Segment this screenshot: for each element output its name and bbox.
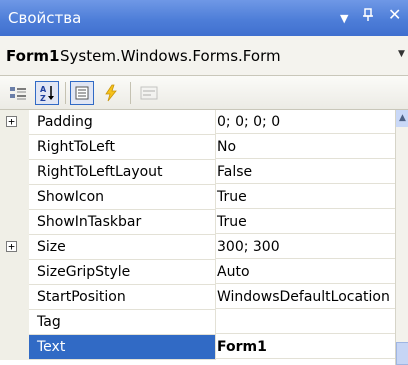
property-row-size[interactable]: + Size 300; 300 (0, 235, 395, 260)
toolbar: A Z (0, 76, 408, 110)
object-type: System.Windows.Forms.Form (60, 47, 281, 65)
property-grid: + Padding 0; 0; 0; 0 RightToLeft No Righ… (0, 110, 395, 365)
object-name: Form1 (6, 47, 60, 65)
property-value[interactable]: Form1 (215, 335, 395, 359)
scroll-up-icon[interactable]: ▲ (396, 110, 408, 127)
property-value[interactable]: True (215, 185, 395, 209)
property-value[interactable]: WindowsDefaultLocation (215, 285, 395, 309)
property-value[interactable]: 300; 300 (215, 235, 395, 259)
property-row-showicon[interactable]: ShowIcon True (0, 185, 395, 210)
property-value[interactable]: 0; 0; 0; 0 (215, 110, 395, 134)
property-row-showintaskbar[interactable]: ShowInTaskbar True (0, 210, 395, 235)
row-gutter (0, 335, 29, 360)
property-name: StartPosition (29, 285, 216, 310)
property-pages-icon[interactable] (137, 81, 161, 105)
property-value[interactable]: True (215, 210, 395, 234)
row-gutter (0, 210, 29, 235)
property-value[interactable]: No (215, 135, 395, 159)
property-row-sizegripstyle[interactable]: SizeGripStyle Auto (0, 260, 395, 285)
property-row-righttoleft[interactable]: RightToLeft No (0, 135, 395, 160)
alphabetical-icon[interactable]: A Z (35, 81, 59, 105)
property-row-righttoleftlayout[interactable]: RightToLeftLayout False (0, 160, 395, 185)
row-gutter (0, 135, 29, 160)
row-gutter (0, 185, 29, 210)
property-name: Text (29, 335, 216, 360)
property-name: ShowInTaskbar (29, 210, 216, 235)
window-title: Свойства (8, 9, 82, 27)
scroll-thumb[interactable] (396, 342, 408, 365)
property-name: RightToLeft (29, 135, 216, 160)
row-gutter (0, 260, 29, 285)
property-value[interactable]: Auto (215, 260, 395, 284)
row-gutter (0, 310, 29, 335)
chevron-down-icon[interactable]: ▼ (398, 49, 405, 59)
row-gutter (0, 285, 29, 310)
row-gutter: + (0, 110, 29, 135)
object-selector[interactable]: Form1 System.Windows.Forms.Form ▼ (0, 36, 408, 76)
dropdown-icon[interactable]: ▼ (340, 10, 348, 28)
property-row-startposition[interactable]: StartPosition WindowsDefaultLocation (0, 285, 395, 310)
svg-text:A: A (40, 85, 47, 94)
properties-icon[interactable] (70, 81, 94, 105)
expand-icon[interactable]: + (6, 116, 17, 127)
vertical-scrollbar[interactable]: ▲ (395, 110, 408, 365)
categorized-icon[interactable] (6, 81, 30, 105)
close-icon[interactable]: ✕ (388, 6, 401, 24)
events-icon[interactable] (99, 81, 123, 105)
property-row-tag[interactable]: Tag (0, 310, 395, 335)
property-name: Size (29, 235, 216, 260)
svg-text:Z: Z (40, 94, 46, 102)
property-name: SizeGripStyle (29, 260, 216, 285)
expand-icon[interactable]: + (6, 241, 17, 252)
title-bar: Свойства ▼ ✕ (0, 0, 408, 36)
property-name: ShowIcon (29, 185, 216, 210)
property-name: Tag (29, 310, 216, 335)
property-name: Padding (29, 110, 216, 135)
property-row-padding[interactable]: + Padding 0; 0; 0; 0 (0, 110, 395, 135)
pin-icon[interactable] (362, 8, 374, 27)
property-row-text[interactable]: Text Form1 (0, 335, 395, 360)
property-value[interactable]: False (215, 160, 395, 184)
property-name: RightToLeftLayout (29, 160, 216, 185)
row-gutter: + (0, 235, 29, 260)
row-gutter (0, 160, 29, 185)
property-value[interactable] (215, 310, 395, 334)
